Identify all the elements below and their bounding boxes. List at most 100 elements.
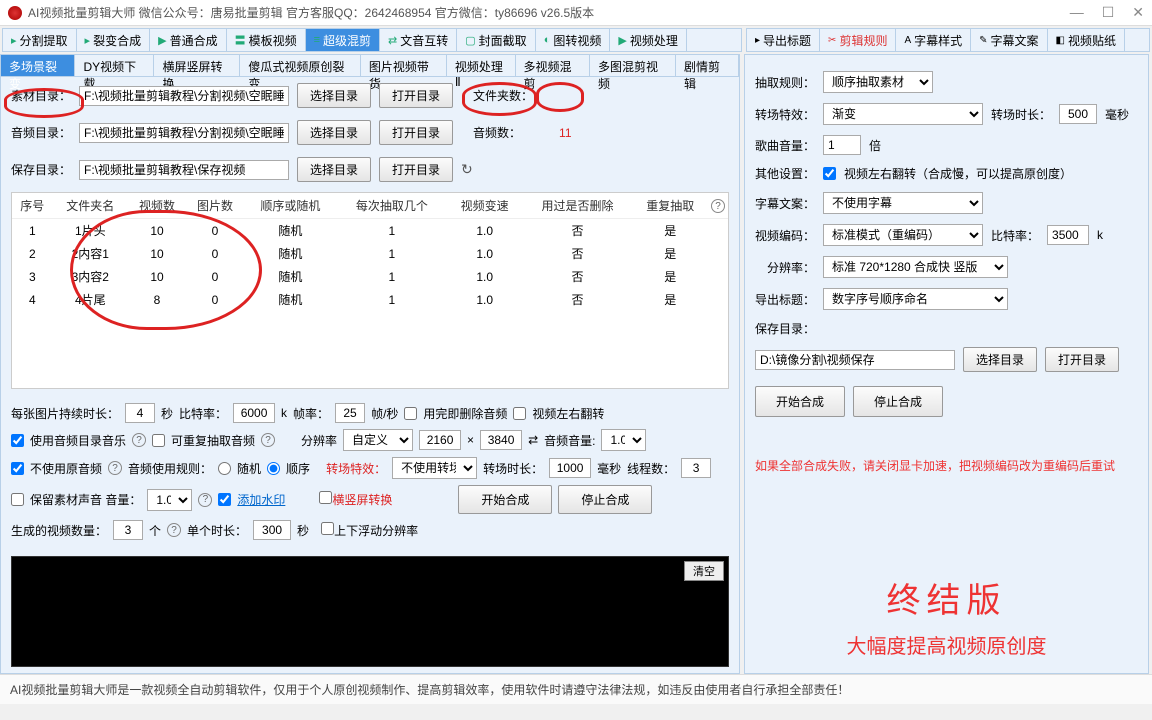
- r-start-button[interactable]: 开始合成: [755, 386, 845, 417]
- table-header: 视频变速: [447, 193, 522, 219]
- tab-5[interactable]: ⇄文音互转: [380, 29, 457, 51]
- no-float-check[interactable]: [321, 522, 334, 535]
- audio-dir-input[interactable]: [79, 123, 289, 143]
- bitrate-input[interactable]: [233, 403, 275, 423]
- reuse-audio-check[interactable]: [152, 434, 165, 447]
- table-row[interactable]: 22内容1100随机11.0否是: [12, 242, 728, 265]
- tab-4[interactable]: ≡超级混剪: [306, 29, 380, 51]
- start-button[interactable]: 开始合成: [458, 485, 552, 514]
- swap-icon[interactable]: ⇄: [528, 433, 538, 447]
- subtab-2[interactable]: 横屏竖屏转换: [154, 55, 240, 77]
- hv-swap-check[interactable]: [319, 491, 332, 504]
- r-trans-dur-input[interactable]: [1059, 104, 1097, 124]
- trans-select[interactable]: 不使用转场: [392, 457, 477, 479]
- del-after-check[interactable]: [404, 407, 417, 420]
- rtab-4[interactable]: ◧视频贴纸: [1048, 29, 1125, 51]
- audio-choose-button[interactable]: 选择目录: [297, 120, 371, 145]
- enc-label: 视频编码：: [755, 227, 815, 244]
- save-open-button[interactable]: 打开目录: [379, 157, 453, 182]
- stop-button[interactable]: 停止合成: [558, 485, 652, 514]
- help-icon[interactable]: ?: [198, 493, 212, 507]
- tab-8[interactable]: ▶视频处理: [610, 29, 686, 51]
- r-choose-button[interactable]: 选择目录: [963, 347, 1037, 372]
- table-row[interactable]: 44片尾80随机11.0否是: [12, 288, 728, 311]
- tab-7[interactable]: ◐图转视频: [536, 29, 611, 51]
- maximize-icon[interactable]: ☐: [1102, 4, 1115, 21]
- enc-select[interactable]: 标准模式（重编码）: [823, 224, 983, 246]
- material-choose-button[interactable]: 选择目录: [297, 83, 371, 108]
- table-header: 用过是否删除: [522, 193, 632, 219]
- tab-0[interactable]: ▸分割提取: [3, 29, 77, 51]
- r-bitrate-input[interactable]: [1047, 225, 1089, 245]
- audio-open-button[interactable]: 打开目录: [379, 120, 453, 145]
- gen-count-label: 生成的视频数量：: [11, 522, 107, 539]
- help-icon[interactable]: ?: [261, 433, 275, 447]
- r-save-input[interactable]: [755, 350, 955, 370]
- subtab-3[interactable]: 傻瓜式视频原创裂变: [240, 55, 360, 77]
- subtab-7[interactable]: 多图混剪视频: [590, 55, 676, 77]
- r-stop-button[interactable]: 停止合成: [853, 386, 943, 417]
- fps-input[interactable]: [335, 403, 365, 423]
- vol-select[interactable]: 1.0: [601, 429, 646, 451]
- sub-select[interactable]: 不使用字幕: [823, 192, 983, 214]
- subtab-6[interactable]: 多视频混剪: [516, 55, 590, 77]
- tab-6[interactable]: ▢封面截取: [457, 29, 535, 51]
- r-title-select[interactable]: 数字序号顺序命名: [823, 288, 1008, 310]
- rtab-2[interactable]: A字幕样式: [896, 29, 971, 51]
- res-mode-select[interactable]: 自定义: [343, 429, 413, 451]
- subtab-4[interactable]: 图片视频带货: [361, 55, 447, 77]
- use-audio-check[interactable]: [11, 434, 24, 447]
- table-row[interactable]: 33内容2100随机11.0否是: [12, 265, 728, 288]
- refresh-icon[interactable]: ↻: [461, 161, 473, 178]
- height-input[interactable]: [480, 430, 522, 450]
- audio-dir-label: 音频目录：: [11, 124, 71, 141]
- other-flip-check[interactable]: [823, 167, 836, 180]
- threads-input[interactable]: [681, 458, 711, 478]
- img-dur-input[interactable]: [125, 403, 155, 423]
- rtab-0[interactable]: ▸导出标题: [747, 29, 820, 51]
- seq-radio[interactable]: [267, 462, 280, 475]
- rtab-1[interactable]: ✂剪辑规则: [820, 29, 896, 51]
- sub-tabs: 多场景裂变DY视频下载横屏竖屏转换傻瓜式视频原创裂变图片视频带货视频处理Ⅱ多视频…: [1, 55, 739, 77]
- trans-dur-input[interactable]: [549, 458, 591, 478]
- clear-button[interactable]: 清空: [684, 561, 724, 581]
- gen-count-input[interactable]: [113, 520, 143, 540]
- save-dir-input[interactable]: [79, 160, 289, 180]
- tab-1[interactable]: ▸裂变合成: [77, 29, 151, 51]
- width-input[interactable]: [419, 430, 461, 450]
- single-dur-input[interactable]: [253, 520, 291, 540]
- footer-text: AI视频批量剪辑大师是一款视频全自动剪辑软件，仅用于个人原创视频制作、提高剪辑效…: [0, 674, 1152, 704]
- close-icon[interactable]: ✕: [1132, 4, 1144, 21]
- subtab-5[interactable]: 视频处理Ⅱ: [447, 55, 516, 77]
- song-vol-input[interactable]: [823, 135, 861, 155]
- material-open-button[interactable]: 打开目录: [379, 83, 453, 108]
- vol-label: 音频音量:: [544, 432, 595, 449]
- subtab-1[interactable]: DY视频下载: [75, 55, 154, 77]
- save-choose-button[interactable]: 选择目录: [297, 157, 371, 182]
- help-icon[interactable]: ?: [167, 523, 181, 537]
- table-header: 文件夹名: [53, 193, 128, 219]
- keep-vol-select[interactable]: 1.0: [147, 489, 192, 511]
- flip-check[interactable]: [513, 407, 526, 420]
- help-icon[interactable]: ?: [108, 461, 122, 475]
- rule-select[interactable]: 顺序抽取素材: [823, 71, 933, 93]
- minimize-icon[interactable]: —: [1070, 4, 1084, 21]
- r-res-select[interactable]: 标准 720*1280 合成快 竖版: [823, 256, 1008, 278]
- watermark-link[interactable]: 添加水印: [237, 491, 285, 508]
- tab-3[interactable]: 〓模板视频: [227, 29, 306, 51]
- rtab-3[interactable]: ✎字幕文案: [971, 29, 1047, 51]
- material-dir-input[interactable]: [79, 86, 289, 106]
- r-trans-select[interactable]: 渐变: [823, 103, 983, 125]
- app-title: AI视频批量剪辑大师 微信公众号：唐易批量剪辑 官方客服QQ：264246895…: [28, 4, 594, 21]
- table-row[interactable]: 11片头100随机11.0否是: [12, 219, 728, 243]
- watermark-check[interactable]: [218, 493, 231, 506]
- help-icon[interactable]: ?: [132, 433, 146, 447]
- keep-orig-check[interactable]: [11, 493, 24, 506]
- subtab-0[interactable]: 多场景裂变: [1, 55, 75, 77]
- no-orig-check[interactable]: [11, 462, 24, 475]
- subtab-8[interactable]: 剧情剪辑: [676, 55, 739, 77]
- tab-2[interactable]: ▶普通合成: [150, 29, 226, 51]
- r-open-button[interactable]: 打开目录: [1045, 347, 1119, 372]
- random-radio[interactable]: [218, 462, 231, 475]
- help-icon[interactable]: ?: [711, 199, 725, 213]
